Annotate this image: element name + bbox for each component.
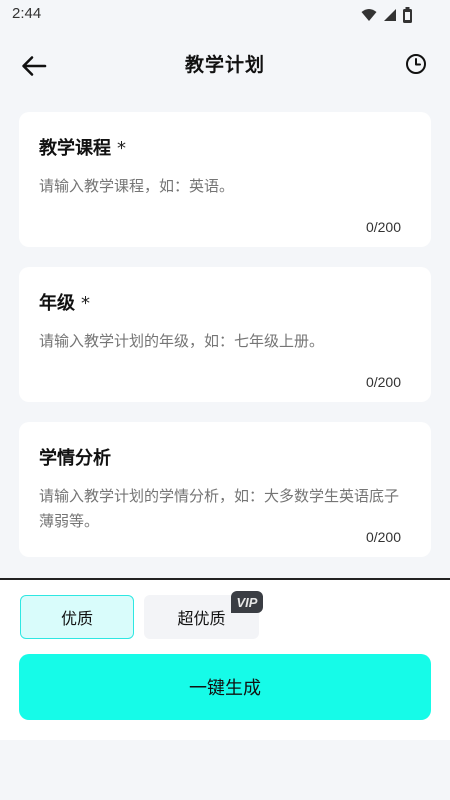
grade-label-text: 年级 [39, 293, 75, 314]
quality-option-label: 优质 [60, 609, 93, 628]
quality-option-super-premium[interactable]: 超优质 VIP [144, 591, 263, 639]
quality-option-label: 超优质 [177, 609, 226, 628]
learning-analysis-label-text: 学情分析 [39, 448, 111, 469]
course-label: 教学课程 * [39, 134, 126, 160]
status-icons [361, 7, 412, 23]
signal-icon [384, 9, 396, 21]
grade-label: 年级 * [39, 289, 90, 315]
required-mark: * [81, 293, 90, 314]
learning-analysis-input[interactable] [39, 484, 411, 534]
clock-icon [406, 54, 426, 74]
vip-badge-text: VIP [236, 594, 258, 610]
grade-input[interactable] [39, 329, 411, 354]
status-bar: 2:44 [0, 0, 450, 30]
vip-badge: VIP [231, 591, 263, 613]
learning-analysis-char-count: 0/200 [365, 529, 401, 545]
battery-icon [403, 7, 412, 23]
learning-analysis-card: 学情分析 0/200 [19, 422, 431, 557]
grade-char-count: 0/200 [365, 374, 401, 390]
page-title: 教学计划 [184, 54, 265, 76]
course-input[interactable] [39, 174, 411, 199]
required-mark: * [117, 138, 126, 159]
wifi-icon [361, 9, 377, 21]
generate-button[interactable]: 一键生成 [19, 654, 431, 720]
course-char-count: 0/200 [365, 219, 401, 235]
status-time: 2:44 [12, 5, 42, 22]
quality-option-premium[interactable]: 优质 [20, 595, 134, 639]
bottom-panel: 优质 超优质 VIP 一键生成 [0, 580, 450, 740]
header: 教学计划 [0, 30, 450, 100]
learning-analysis-label: 学情分析 [39, 444, 111, 470]
grade-card: 年级 * 0/200 [19, 267, 431, 402]
course-label-text: 教学课程 [39, 138, 111, 159]
history-button[interactable] [402, 50, 430, 78]
course-card: 教学课程 * 0/200 [19, 112, 431, 247]
